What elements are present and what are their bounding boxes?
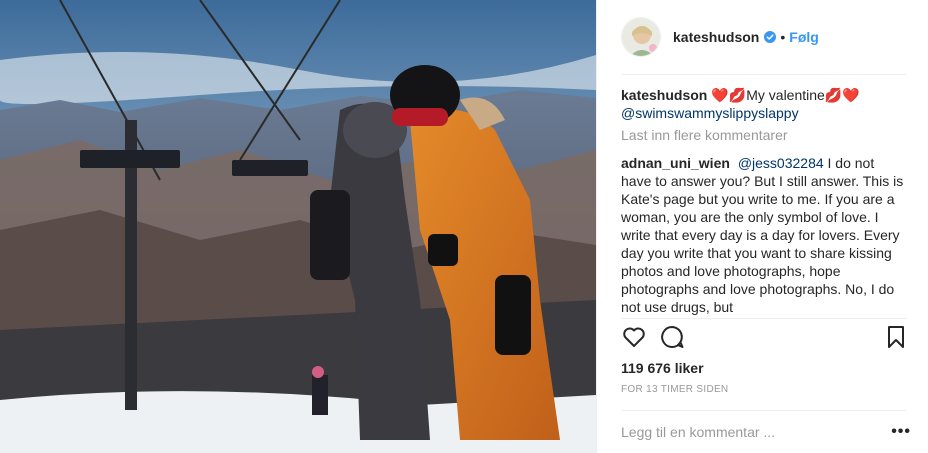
avatar[interactable] — [621, 17, 661, 57]
post-details-panel: kateshudson • Følg kateshudson ❤️💋My vale… — [596, 0, 928, 453]
comment-username[interactable]: adnan_uni_wien — [621, 155, 730, 171]
header-divider — [621, 74, 907, 75]
comments-section: kateshudson ❤️💋My valentine💋❤️ @swimswamm… — [621, 86, 907, 318]
post-timestamp[interactable]: FOR 13 TIMER SIDEN — [621, 384, 728, 395]
add-comment-input[interactable] — [621, 424, 861, 440]
more-options-button[interactable]: ••• — [891, 423, 911, 441]
caption-emoji-before: ❤️💋 — [711, 87, 747, 103]
caption-mention-link[interactable]: @swimswammyslippyslappy — [621, 105, 799, 121]
post-caption: kateshudson ❤️💋My valentine💋❤️ @swimswamm… — [621, 86, 907, 122]
follow-button[interactable]: Følg — [789, 29, 819, 45]
post-actions-bar — [621, 324, 911, 354]
load-more-comments-button[interactable]: Last inn flere kommentarer — [621, 126, 907, 144]
comments-divider — [621, 318, 907, 319]
comment-mention-link[interactable]: @jess032284 — [738, 155, 824, 171]
comment-text: I do not have to answer you? But I still… — [621, 155, 904, 315]
heart-icon[interactable] — [621, 324, 647, 350]
comment-icon[interactable] — [659, 324, 685, 350]
verified-badge-icon — [764, 31, 777, 43]
bookmark-icon[interactable] — [883, 324, 909, 350]
actions-divider — [621, 410, 907, 411]
post-photo[interactable] — [0, 0, 596, 453]
caption-emoji-after: 💋❤️ — [824, 87, 860, 103]
post-author-username[interactable]: kateshudson — [673, 29, 759, 45]
post-header: kateshudson • Følg — [597, 0, 928, 74]
ski-couple-photo — [0, 0, 596, 453]
caption-username[interactable]: kateshudson — [621, 87, 707, 103]
likes-count[interactable]: 119 676 liker — [621, 360, 704, 376]
caption-text: My valentine — [746, 87, 825, 103]
add-comment-bar: ••• — [621, 420, 911, 444]
comment-item: adnan_uni_wien @jess032284 I do not have… — [621, 154, 907, 316]
avatar-image — [622, 18, 660, 56]
header-separator: • — [780, 29, 786, 45]
